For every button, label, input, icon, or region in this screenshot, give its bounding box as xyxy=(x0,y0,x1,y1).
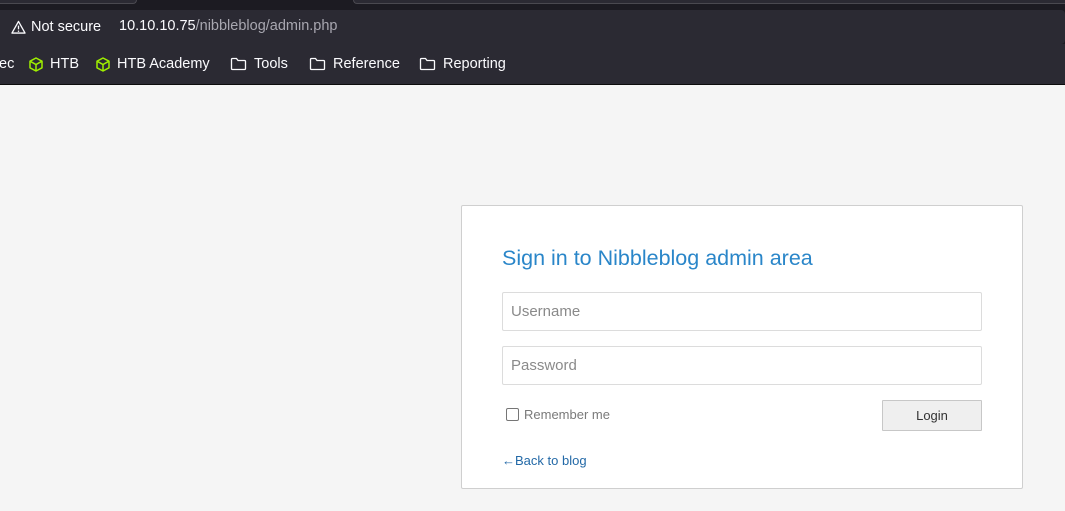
security-label: Not secure xyxy=(31,19,102,35)
bookmark-folder-reporting[interactable]: Reporting xyxy=(419,55,506,73)
cube-icon xyxy=(96,56,110,72)
url-host: 10.10.10.75 xyxy=(119,18,196,34)
bookmark-htb-academy[interactable]: HTB Academy xyxy=(96,55,210,73)
login-button[interactable]: Login xyxy=(882,400,982,431)
bookmark-item[interactable]: ec xyxy=(0,55,14,73)
tab-edge-left[interactable] xyxy=(0,0,137,4)
login-panel: Sign in to Nibbleblog admin area Remembe… xyxy=(461,205,1023,489)
url-text[interactable]: 10.10.10.75/nibbleblog/admin.php xyxy=(119,18,338,34)
username-input[interactable] xyxy=(502,292,982,331)
page-title: Sign in to Nibbleblog admin area xyxy=(502,246,813,270)
remember-me-checkbox[interactable] xyxy=(506,408,519,421)
remember-me-option[interactable]: Remember me xyxy=(506,407,610,422)
url-path: /nibbleblog/admin.php xyxy=(195,18,338,34)
bookmark-label: Tools xyxy=(254,56,288,72)
browser-toolbar: Not secure 10.10.10.75/nibbleblog/admin.… xyxy=(0,0,1065,44)
remember-me-label[interactable]: Remember me xyxy=(524,407,610,422)
bookmark-label: HTB xyxy=(50,56,79,72)
bookmark-folder-reference[interactable]: Reference xyxy=(309,55,400,73)
warning-icon xyxy=(11,20,26,34)
folder-icon xyxy=(230,57,247,71)
bookmark-label: Reporting xyxy=(443,56,506,72)
folder-icon xyxy=(309,57,326,71)
bookmark-label: Reference xyxy=(333,56,400,72)
site-security-indicator[interactable]: Not secure xyxy=(11,18,101,36)
tab-edge-right[interactable] xyxy=(353,0,1065,4)
bookmark-label: HTB Academy xyxy=(117,56,210,72)
folder-icon xyxy=(419,57,436,71)
bookmark-folder-tools[interactable]: Tools xyxy=(230,55,288,73)
back-to-blog-link[interactable]: ←Back to blog xyxy=(502,453,587,468)
password-input[interactable] xyxy=(502,346,982,385)
bookmark-htb[interactable]: HTB xyxy=(29,55,79,73)
cube-icon xyxy=(29,56,43,72)
bookmarks-toolbar: ec HTB HTB Academy Tools Reference Repor… xyxy=(0,44,1065,85)
bookmark-label: ec xyxy=(0,56,15,72)
